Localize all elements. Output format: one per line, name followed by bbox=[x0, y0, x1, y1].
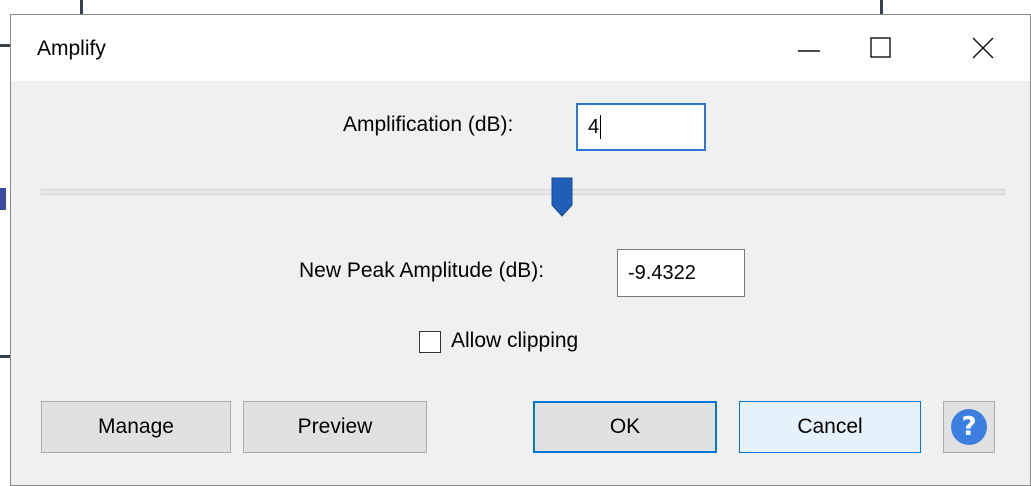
help-icon: ? bbox=[951, 409, 987, 445]
manage-button[interactable]: Manage bbox=[41, 401, 231, 453]
peak-amplitude-value: -9.4322 bbox=[628, 261, 696, 284]
background-track-line bbox=[0, 44, 10, 47]
minimize-icon bbox=[798, 50, 820, 52]
peak-amplitude-label: New Peak Amplitude (dB): bbox=[299, 259, 545, 282]
help-button[interactable]: ? bbox=[943, 401, 995, 453]
close-button[interactable] bbox=[951, 15, 1015, 81]
amplification-label: Amplification (dB): bbox=[343, 113, 514, 136]
background-track-line bbox=[880, 0, 883, 14]
amplify-dialog: Amplify Amplification (dB): 4 New Peak A… bbox=[10, 14, 1031, 486]
cancel-button[interactable]: Cancel bbox=[739, 401, 921, 453]
background-track-line bbox=[80, 0, 83, 14]
allow-clipping-checkbox[interactable] bbox=[419, 331, 441, 353]
ok-button[interactable]: OK bbox=[533, 401, 717, 453]
window-title: Amplify bbox=[37, 37, 106, 60]
maximize-icon bbox=[870, 37, 891, 58]
background-track-line bbox=[0, 355, 10, 358]
allow-clipping-label[interactable]: Allow clipping bbox=[451, 329, 578, 353]
amplification-slider-track[interactable] bbox=[41, 189, 1005, 195]
title-bar: Amplify bbox=[11, 15, 1030, 81]
amplification-input[interactable]: 4 bbox=[576, 103, 706, 151]
close-icon bbox=[972, 37, 994, 59]
text-caret bbox=[600, 115, 602, 139]
preview-button[interactable]: Preview bbox=[243, 401, 427, 453]
maximize-button[interactable] bbox=[849, 15, 913, 81]
amplification-value: 4 bbox=[588, 115, 600, 138]
minimize-button[interactable] bbox=[777, 15, 841, 81]
amplification-slider-thumb[interactable] bbox=[551, 177, 573, 217]
background-marker bbox=[0, 188, 6, 210]
peak-amplitude-input[interactable]: -9.4322 bbox=[617, 249, 745, 297]
